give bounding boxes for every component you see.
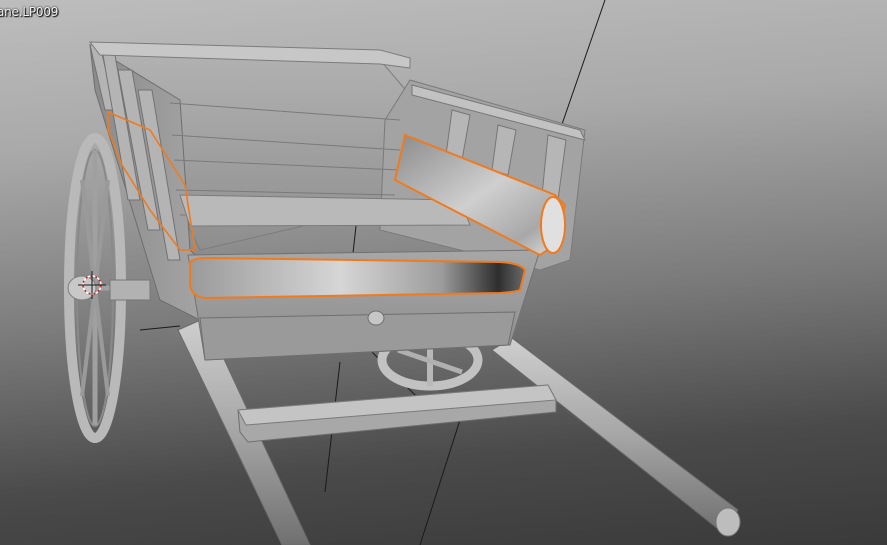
cart-3d-model[interactable] <box>0 0 887 545</box>
3d-viewport[interactable]: ane.LP009 <box>0 0 887 545</box>
cart-crossbar <box>237 384 557 443</box>
active-object-name: ane.LP009 <box>0 5 59 19</box>
selected-seat[interactable] <box>189 256 527 300</box>
